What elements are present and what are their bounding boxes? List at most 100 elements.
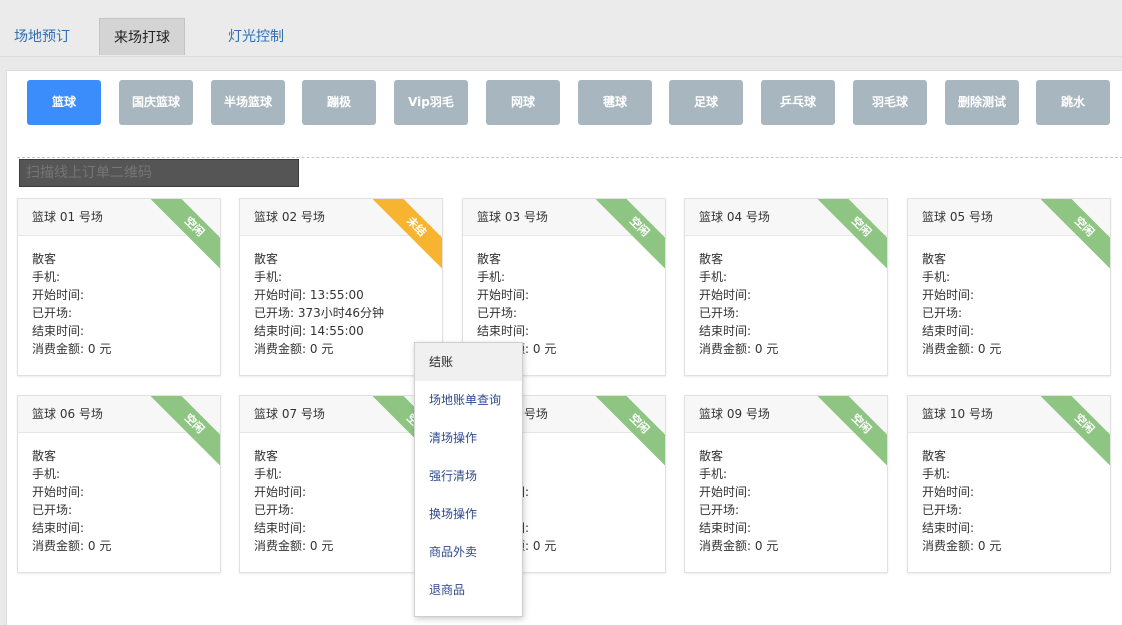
category-button[interactable]: 羽毛球 <box>853 80 927 125</box>
field-label: 已开场: <box>32 503 73 517</box>
category-button[interactable]: 篮球 <box>27 80 101 125</box>
court-card[interactable]: 篮球 02 号场 未结 散客 手机: 开始时间: 13:55:00 已开场: 373小时4… <box>239 198 443 376</box>
end-time-field: 结束时间: <box>922 322 1096 340</box>
field-label: 消费金额: <box>254 342 307 356</box>
menu-item-change-court[interactable]: 换场操作 <box>415 495 522 533</box>
tab-venue-booking[interactable]: 场地预订 <box>0 18 84 55</box>
elapsed-field: 已开场: <box>254 501 428 519</box>
category-button[interactable]: 乒乓球 <box>761 80 835 125</box>
field-label: 开始时间: <box>254 288 307 302</box>
phone-field: 手机: <box>32 465 206 483</box>
field-value: 0 元 <box>532 342 557 356</box>
field-label: 结束时间: <box>922 521 975 535</box>
court-details: 散客手机: 开始时间: 已开场: 结束时间: 消费金额: 0 元 <box>240 433 442 555</box>
field-value: 散客 <box>699 252 724 266</box>
field-value: 0 元 <box>309 342 334 356</box>
category-button[interactable]: 足球 <box>669 80 743 125</box>
field-label: 消费金额: <box>32 539 85 553</box>
field-label: 已开场: <box>254 503 295 517</box>
field-label: 开始时间: <box>254 485 307 499</box>
start-time-field: 开始时间: <box>699 483 873 501</box>
tab-walk-in-play[interactable]: 来场打球 <box>99 18 185 55</box>
start-time-field: 开始时间: <box>32 483 206 501</box>
field-label: 开始时间: <box>699 288 752 302</box>
field-label: 手机: <box>477 270 506 284</box>
field-value: 散客 <box>32 252 57 266</box>
field-value: 0 元 <box>754 342 779 356</box>
court-details: 散客手机:开始时间: 已开场: 结束时间: 消费金额: 0 元 <box>463 236 665 358</box>
field-label: 手机: <box>32 270 61 284</box>
field-label: 结束时间: <box>477 324 530 338</box>
field-label: 开始时间: <box>32 288 85 302</box>
menu-item-bill-query[interactable]: 场地账单查询 <box>415 381 522 419</box>
court-card[interactable]: 篮球 10 号场 空闲 散客 手机: 开始时间: 已开场: 结束时间: 消费金额: 0 … <box>907 395 1111 573</box>
menu-item-force-clear[interactable]: 强行清场 <box>415 457 522 495</box>
customer-type: 散客 <box>32 250 206 268</box>
field-label: 开始时间: <box>32 485 85 499</box>
amount-field: 消费金额: 0 元 <box>922 537 1096 555</box>
phone-field: 手机: <box>32 268 206 286</box>
field-label: 开始时间: <box>699 485 752 499</box>
category-button[interactable]: 国庆篮球 <box>119 80 193 125</box>
court-card[interactable]: 篮球 05 号场 空闲 散客 手机: 开始时间: 已开场: 结束时间: 消费金额: 0 … <box>907 198 1111 376</box>
category-button[interactable]: 半场篮球 <box>211 80 285 125</box>
amount-field: 消费金额: 0 元 <box>32 537 206 555</box>
tab-light-control[interactable]: 灯光控制 <box>214 18 298 55</box>
menu-item-clear-court[interactable]: 清场操作 <box>415 419 522 457</box>
elapsed-field: 已开场: <box>32 501 206 519</box>
court-card[interactable]: 篮球 09 号场 空闲 散客 手机: 开始时间: 已开场: 结束时间: 消费金额: 0 … <box>684 395 888 573</box>
field-value: 散客 <box>32 449 57 463</box>
court-details: 散客手机:开始时间: 已开场: 结束时间: 消费金额: 0 元 <box>908 433 1110 555</box>
category-button[interactable]: Vip羽毛 <box>394 80 468 125</box>
field-label: 已开场: <box>254 306 295 320</box>
field-label: 已开场: <box>699 503 740 517</box>
court-card[interactable]: 篮球 06 号场 空闲 散客 手机: 开始时间: 已开场: 结束时间: 消费金额: 0 … <box>17 395 221 573</box>
top-tab-bar: 场地预订 来场打球 灯光控制 <box>0 0 1122 57</box>
category-button[interactable]: 网球 <box>486 80 560 125</box>
end-time-field: 结束时间: <box>477 322 651 340</box>
end-time-field: 结束时间: 14:55:00 <box>254 322 428 340</box>
phone-field: 手机: <box>477 268 651 286</box>
category-button[interactable]: 删除测试 <box>945 80 1019 125</box>
menu-item-checkout[interactable]: 结账 <box>415 343 522 381</box>
court-card[interactable]: 篮球 07 号场空闲散客手机:开始时间: 已开场: 结束时间: 消费金额: 0 … <box>239 395 443 573</box>
elapsed-field: 已开场: <box>922 304 1096 322</box>
court-card[interactable]: 篮球 01 号场 空闲 散客 手机: 开始时间: 已开场: 结束时间: 消费金额: 0 … <box>17 198 221 376</box>
amount-field: 消费金额: 0 元 <box>922 340 1096 358</box>
field-value: 13:55:00 <box>309 288 364 302</box>
field-label: 消费金额: <box>922 539 975 553</box>
start-time-field: 开始时间: <box>922 483 1096 501</box>
court-details: 散客手机:开始时间: 已开场: 结束时间: 消费金额: 0 元 <box>908 236 1110 358</box>
field-label: 开始时间: <box>477 288 530 302</box>
field-label: 手机: <box>922 270 951 284</box>
court-card[interactable]: 篮球 04 号场 空闲 散客 手机: 开始时间: 已开场: 结束时间: 消费金额: 0 … <box>684 198 888 376</box>
field-label: 结束时间: <box>32 324 85 338</box>
field-label: 已开场: <box>922 503 963 517</box>
scan-order-qr-input[interactable] <box>19 159 299 187</box>
field-label: 结束时间: <box>254 521 307 535</box>
menu-item-product-takeaway[interactable]: 商品外卖 <box>415 533 522 571</box>
field-value: 0 元 <box>532 539 557 553</box>
field-label: 手机: <box>254 467 283 481</box>
field-label: 已开场: <box>922 306 963 320</box>
category-button[interactable]: 毽球 <box>578 80 652 125</box>
field-value: 373小时46分钟 <box>297 306 385 320</box>
field-value: 散客 <box>254 449 279 463</box>
category-button[interactable]: 跳水 <box>1036 80 1110 125</box>
field-label: 手机: <box>699 467 728 481</box>
court-details: 散客手机:开始时间: 已开场: 结束时间: 消费金额: 0 元 <box>18 236 220 358</box>
field-value: 0 元 <box>87 539 112 553</box>
customer-type: 散客 <box>699 250 873 268</box>
elapsed-field: 已开场: <box>699 501 873 519</box>
category-button[interactable]: 蹦极 <box>302 80 376 125</box>
field-label: 消费金额: <box>922 342 975 356</box>
customer-type: 散客 <box>32 447 206 465</box>
field-label: 结束时间: <box>254 324 307 338</box>
field-label: 手机: <box>254 270 283 284</box>
field-label: 消费金额: <box>32 342 85 356</box>
amount-field: 消费金额: 0 元 <box>254 537 428 555</box>
field-value: 0 元 <box>977 539 1002 553</box>
phone-field: 手机: <box>699 465 873 483</box>
menu-item-return-product[interactable]: 退商品 <box>415 571 522 609</box>
field-label: 手机: <box>699 270 728 284</box>
